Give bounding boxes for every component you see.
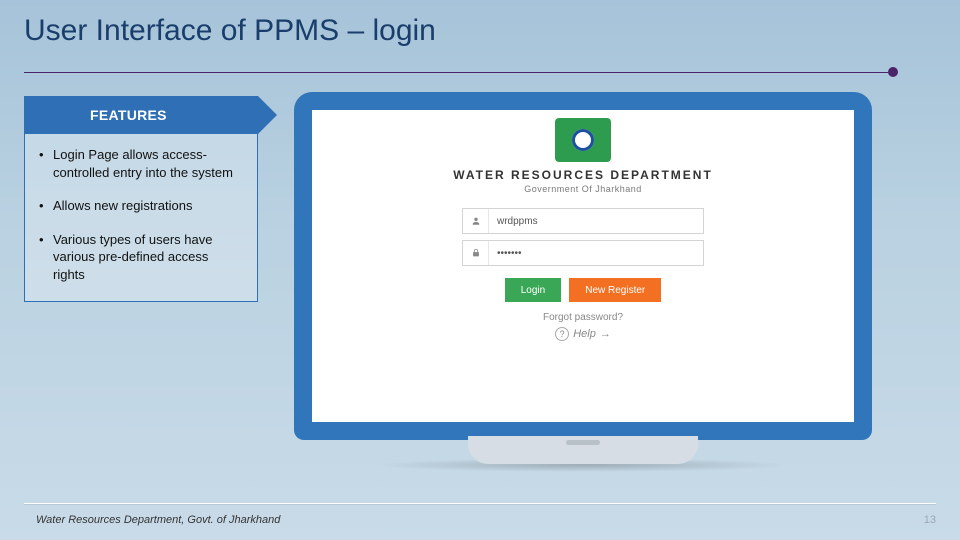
- laptop-bezel: WATER RESOURCES DEPARTMENT Government Of…: [294, 92, 872, 440]
- help-label: Help: [573, 328, 596, 340]
- help-link[interactable]: ? Help →: [442, 327, 724, 341]
- list-item: Login Page allows access-controlled entr…: [39, 146, 243, 181]
- emblem-icon: [555, 118, 611, 162]
- help-icon: ?: [555, 327, 569, 341]
- laptop-base: [468, 436, 698, 464]
- slide: User Interface of PPMS – login FEATURES …: [0, 0, 960, 540]
- department-title: WATER RESOURCES DEPARTMENT: [442, 168, 724, 182]
- laptop-screen: WATER RESOURCES DEPARTMENT Government Of…: [312, 110, 854, 422]
- features-panel: FEATURES Login Page allows access-contro…: [24, 96, 258, 302]
- list-item: Allows new registrations: [39, 197, 243, 215]
- button-row: Login New Register: [442, 278, 724, 302]
- new-register-button[interactable]: New Register: [569, 278, 661, 302]
- features-header: FEATURES: [24, 96, 258, 134]
- forgot-password-link[interactable]: Forgot password?: [543, 312, 623, 323]
- slide-title: User Interface of PPMS – login: [24, 14, 436, 48]
- footer-org: Water Resources Department, Govt. of Jha…: [36, 514, 280, 526]
- divider-dot-icon: [888, 67, 898, 77]
- department-subtitle: Government Of Jharkhand: [442, 184, 724, 194]
- username-field-wrap[interactable]: [462, 208, 704, 234]
- user-icon: [463, 209, 489, 233]
- laptop-graphic: WATER RESOURCES DEPARTMENT Government Of…: [294, 92, 872, 472]
- footer-divider: [24, 503, 936, 504]
- page-number: 13: [924, 514, 936, 526]
- login-button[interactable]: Login: [505, 278, 561, 302]
- username-input[interactable]: [489, 209, 703, 233]
- password-input[interactable]: [489, 241, 703, 265]
- title-divider: [24, 72, 888, 73]
- lock-icon: [463, 241, 489, 265]
- features-list-box: Login Page allows access-controlled entr…: [24, 134, 258, 302]
- list-item: Various types of users have various pre-…: [39, 231, 243, 284]
- arrow-right-icon: →: [600, 328, 611, 340]
- login-card: WATER RESOURCES DEPARTMENT Government Of…: [442, 118, 724, 341]
- password-field-wrap[interactable]: [462, 240, 704, 266]
